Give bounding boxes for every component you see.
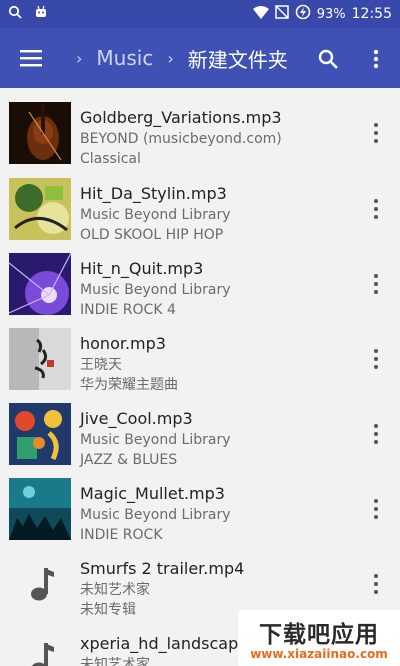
file-meta: Hit_Da_Stylin.mp3 Music Beyond Library O… [80, 173, 350, 245]
file-artist: Music Beyond Library [80, 207, 231, 223]
file-meta: Magic_Mullet.mp3 Music Beyond Library IN… [80, 473, 350, 545]
status-bar: 93% 12:55 [0, 0, 400, 28]
overflow-menu-button[interactable] [362, 42, 390, 76]
list-item[interactable]: Hit_Da_Stylin.mp3 Music Beyond Library O… [0, 173, 400, 248]
list-item[interactable]: Magic_Mullet.mp3 Music Beyond Library IN… [0, 473, 400, 548]
clock: 12:55 [351, 6, 392, 22]
item-overflow-button[interactable] [368, 420, 384, 448]
watermark-main-text: 下载吧应用 [259, 622, 379, 648]
file-album: Classical [80, 151, 141, 167]
search-notification-icon [8, 5, 22, 23]
list-item[interactable]: Hit_n_Quit.mp3 Music Beyond Library INDI… [0, 248, 400, 323]
file-artist: Music Beyond Library [80, 282, 231, 298]
hamburger-icon [20, 50, 42, 67]
menu-button[interactable] [0, 28, 62, 88]
item-overflow-button[interactable] [368, 495, 384, 523]
item-overflow-button[interactable] [368, 270, 384, 298]
list-item[interactable]: honor.mp3 王晓天 华为荣耀主题曲 [0, 323, 400, 398]
chevron-right-icon: › [167, 48, 174, 68]
album-art-purple-light [9, 253, 71, 315]
list-item[interactable]: Goldberg_Variations.mp3 BEYOND (musicbey… [0, 97, 400, 173]
album-art-jazz [9, 403, 71, 465]
file-artist: 未知艺术家 [80, 582, 150, 598]
file-title: Hit_n_Quit.mp3 [80, 259, 204, 278]
file-title: Jive_Cool.mp3 [80, 409, 193, 428]
file-meta: Hit_n_Quit.mp3 Music Beyond Library INDI… [80, 248, 350, 320]
file-album: INDIE ROCK 4 [80, 302, 176, 318]
file-list: Goldberg_Variations.mp3 BEYOND (musicbey… [0, 88, 400, 666]
watermark-logo: 下载吧应用 www.xiazaiinao.com [238, 610, 400, 666]
search-icon [318, 49, 338, 69]
file-artist: BEYOND (musicbeyond.com) [80, 131, 282, 147]
item-overflow-button[interactable] [368, 345, 384, 373]
item-overflow-button[interactable] [368, 195, 384, 223]
file-album: INDIE ROCK [80, 527, 163, 543]
file-meta: honor.mp3 王晓天 华为荣耀主题曲 [80, 323, 350, 395]
breadcrumb-item-music[interactable]: Music [96, 46, 153, 70]
album-art-graffiti [9, 178, 71, 240]
file-album: OLD SKOOL HIP HOP [80, 227, 224, 243]
file-artist: Music Beyond Library [80, 432, 231, 448]
file-title: honor.mp3 [80, 334, 166, 353]
no-signal-icon [274, 5, 289, 23]
file-title: Smurfs 2 trailer.mp4 [80, 559, 245, 578]
battery-charging-icon [295, 4, 311, 24]
chevron-right-icon: › [76, 48, 83, 68]
file-album: 华为荣耀主题曲 [80, 377, 178, 393]
album-art-concert [9, 478, 71, 540]
list-item[interactable]: Jive_Cool.mp3 Music Beyond Library JAZZ … [0, 398, 400, 473]
app-toolbar: › Music › 新建文件夹 [0, 28, 400, 88]
album-art-calligraphy [9, 328, 71, 390]
music-note-icon [28, 566, 54, 602]
file-album: JAZZ & BLUES [80, 452, 178, 468]
music-note-icon [28, 641, 54, 666]
item-overflow-button[interactable] [368, 119, 384, 147]
breadcrumb-item-current-folder[interactable]: 新建文件夹 [188, 44, 288, 73]
android-notification-icon [34, 5, 48, 23]
breadcrumb: › Music › 新建文件夹 [62, 44, 288, 73]
more-vert-icon [373, 49, 379, 69]
file-artist: 王晓天 [80, 357, 122, 373]
search-button[interactable] [311, 42, 345, 76]
file-title: Magic_Mullet.mp3 [80, 484, 225, 503]
file-title: Hit_Da_Stylin.mp3 [80, 184, 227, 203]
file-meta: Jive_Cool.mp3 Music Beyond Library JAZZ … [80, 398, 350, 470]
album-art-violin [9, 102, 71, 164]
wifi-icon [252, 5, 269, 23]
item-overflow-button[interactable] [368, 570, 384, 598]
file-title: Goldberg_Variations.mp3 [80, 108, 282, 127]
file-artist: Music Beyond Library [80, 507, 231, 523]
battery-level: 93% [316, 6, 346, 22]
file-meta: Goldberg_Variations.mp3 BEYOND (musicbey… [80, 97, 350, 169]
watermark-url: www.xiazaiinao.com [250, 647, 388, 661]
